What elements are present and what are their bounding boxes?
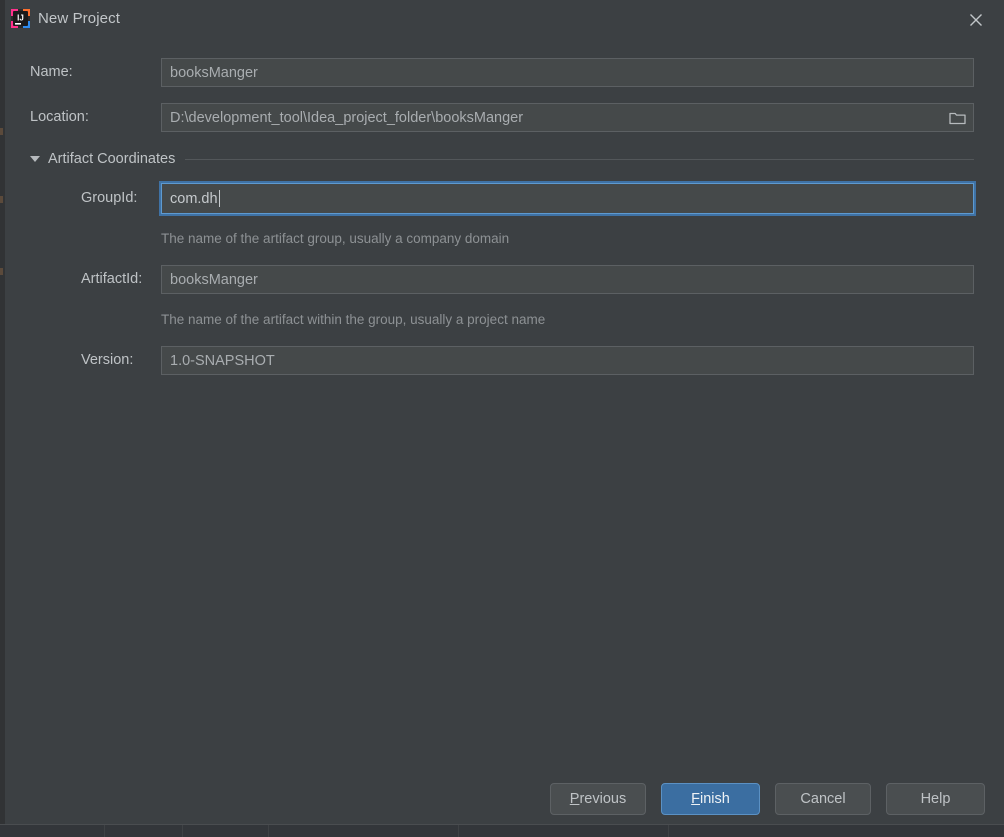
background-marker — [0, 128, 3, 135]
groupid-input[interactable]: com.dh — [161, 183, 974, 214]
taskbar-segment — [268, 825, 459, 837]
intellij-idea-icon: IJ — [10, 8, 31, 29]
location-input-value: D:\development_tool\Idea_project_folder\… — [170, 109, 524, 126]
previous-button-label: revious — [579, 791, 627, 807]
taskbar-segment — [0, 825, 105, 837]
groupid-hint: The name of the artifact group, usually … — [161, 231, 510, 246]
version-input[interactable]: 1.0-SNAPSHOT — [161, 346, 974, 375]
artifactid-label: ArtifactId: — [81, 271, 143, 287]
previous-button-mnemonic: P — [569, 791, 580, 807]
taskbar-segment — [182, 825, 269, 837]
artifactid-input[interactable]: booksManger — [161, 265, 974, 294]
name-input[interactable]: booksManger — [161, 58, 974, 87]
name-input-value: booksManger — [170, 64, 258, 81]
artifactid-hint: The name of the artifact within the grou… — [161, 312, 546, 327]
close-icon[interactable] — [958, 5, 994, 35]
version-label: Version: — [81, 352, 134, 368]
location-input[interactable]: D:\development_tool\Idea_project_folder\… — [161, 103, 974, 132]
help-button-label: Help — [920, 791, 951, 807]
version-input-value: 1.0-SNAPSHOT — [170, 352, 275, 369]
cancel-button[interactable]: Cancel — [775, 783, 871, 815]
background-marker — [0, 196, 3, 203]
artifactid-input-value: booksManger — [170, 271, 258, 288]
groupid-input-value: com.dh — [170, 190, 218, 207]
help-button[interactable]: Help — [886, 783, 985, 815]
artifact-coordinates-title: Artifact Coordinates — [48, 151, 176, 167]
taskbar-segment — [458, 825, 669, 837]
name-label: Name: — [30, 64, 73, 80]
background-marker — [0, 268, 3, 275]
finish-button-label: inish — [700, 791, 730, 807]
section-divider — [185, 158, 974, 160]
finish-button[interactable]: Finish — [661, 783, 760, 815]
window-title: New Project — [38, 10, 120, 27]
groupid-label: GroupId: — [81, 190, 138, 206]
folder-icon[interactable] — [941, 104, 973, 131]
background-taskbar — [0, 824, 1004, 837]
artifact-coordinates-toggle[interactable]: Artifact Coordinates — [30, 148, 974, 170]
previous-button[interactable]: Previous — [550, 783, 646, 815]
background-window-sliver — [0, 0, 5, 825]
text-caret — [218, 190, 220, 207]
cancel-button-label: Cancel — [800, 791, 846, 807]
location-label: Location: — [30, 109, 89, 125]
chevron-down-icon — [30, 156, 40, 162]
taskbar-segment — [104, 825, 183, 837]
finish-button-mnemonic: F — [691, 791, 701, 807]
new-project-dialog: IJ New Project Name: booksManger Locatio… — [0, 0, 1004, 837]
svg-text:IJ: IJ — [17, 14, 24, 23]
title-bar: IJ New Project — [0, 0, 1004, 40]
